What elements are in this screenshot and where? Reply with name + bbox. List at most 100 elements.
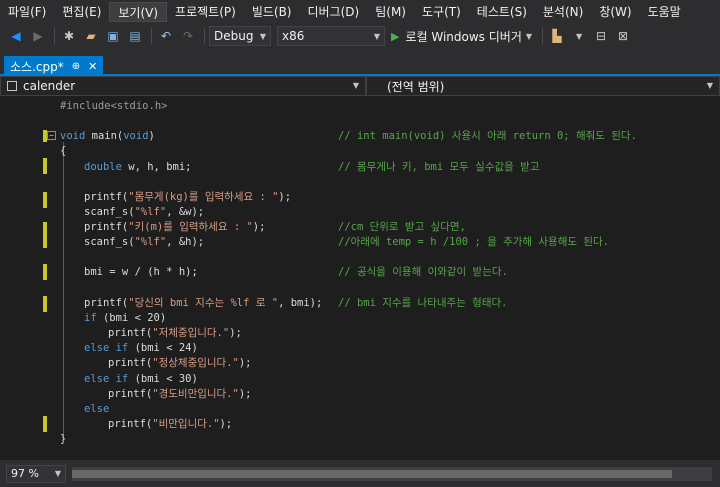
menu-file[interactable]: 파일(F): [0, 2, 54, 22]
chevron-down-icon[interactable]: ▼: [569, 26, 589, 46]
code-comment[interactable]: //cm 단위로 받고 싶다면,: [338, 220, 466, 235]
document-tab-strip: 소스.cpp* ⊕ ✕: [0, 48, 720, 76]
code-line-else-if-24[interactable]: else if (bmi < 24): [84, 341, 198, 356]
save-all-icon[interactable]: ▤: [125, 26, 145, 46]
menu-project[interactable]: 프로젝트(P): [167, 2, 244, 22]
member-scope-select[interactable]: (전역 범위) ▼: [366, 76, 720, 96]
project-scope-select[interactable]: calender ▼: [0, 76, 366, 96]
string-literal: "%lf": [134, 206, 167, 218]
code-line-scanf-height[interactable]: scanf_s("%lf", &h);: [84, 235, 204, 250]
chevron-down-icon: ▼: [706, 81, 713, 90]
bookmark-icon[interactable]: ⊟: [591, 26, 611, 46]
code-line-printf-weight[interactable]: printf("몸무게(kg)를 입력하세요 : ");: [84, 190, 291, 205]
forward-icon[interactable]: ▶: [28, 26, 48, 46]
horizontal-scrollbar[interactable]: [72, 466, 712, 481]
code-editor[interactable]: − #include<stdio.h> void main(void) // i…: [0, 96, 720, 460]
change-marker: [43, 296, 47, 312]
code-line-include[interactable]: #include<stdio.h>: [60, 99, 167, 114]
code-text: (bmi < 30): [128, 373, 198, 385]
code-comment[interactable]: // int main(void) 사용시 아래 return 0; 해줘도 된…: [338, 129, 637, 144]
code-comment[interactable]: //아래에 temp = h /100 ; 을 추가해 사용해도 된다.: [338, 235, 609, 250]
code-comment[interactable]: // 몸무게나 키, bmi 모두 실수값을 받고: [338, 160, 539, 175]
back-icon[interactable]: ◀: [6, 26, 26, 46]
start-debugging-button[interactable]: ▶ 로컬 Windows 디버거 ▼: [391, 26, 532, 46]
save-icon[interactable]: ▣: [103, 26, 123, 46]
menu-view[interactable]: 보기(V): [109, 2, 168, 22]
toolbar: ◀ ▶ ✱ ▰ ▣ ▤ ↶ ↷ Debug ▼ x86 ▼ ▶ 로컬 Windo…: [0, 24, 720, 48]
close-icon[interactable]: ✕: [88, 60, 97, 73]
tab-source-cpp[interactable]: 소스.cpp* ⊕ ✕: [4, 56, 103, 76]
play-icon: ▶: [391, 29, 400, 43]
chevron-down-icon: ▼: [352, 81, 359, 90]
keyword: if: [84, 312, 97, 324]
configuration-select[interactable]: Debug ▼: [209, 26, 271, 46]
code-line-close-brace[interactable]: }: [60, 432, 66, 447]
code-text: printf(: [84, 221, 129, 233]
toolbar-separator: [151, 28, 152, 44]
code-comment[interactable]: // 공식을 이용해 이와같이 받는다.: [338, 265, 508, 280]
menu-test[interactable]: 테스트(S): [469, 2, 535, 22]
menu-build[interactable]: 빌드(B): [244, 2, 300, 22]
string-literal: "당신의 bmi 지수는 %lf 로 ": [128, 297, 279, 309]
project-icon: [7, 81, 17, 91]
code-line-else-if-30[interactable]: else if (bmi < 30): [84, 372, 198, 387]
code-text: , &h);: [166, 236, 205, 248]
keyword: double: [84, 161, 122, 173]
chevron-down-icon: ▼: [373, 31, 380, 41]
change-marker: [43, 222, 47, 248]
zoom-select[interactable]: 97 % ▼: [6, 464, 66, 483]
menu-debug[interactable]: 디버그(D): [300, 2, 368, 22]
code-line-main[interactable]: void main(void): [60, 129, 155, 144]
run-label: 로컬 Windows 디버거: [405, 29, 522, 44]
keyword: else if: [84, 373, 129, 385]
menu-analyze[interactable]: 분석(N): [535, 2, 591, 22]
code-text: (bmi < 24): [128, 342, 198, 354]
code-line-scanf-weight[interactable]: scanf_s("%lf", &w);: [84, 205, 204, 220]
navigation-bar: calender ▼ (전역 범위) ▼: [0, 76, 720, 96]
menu-window[interactable]: 창(W): [591, 2, 639, 22]
code-line-normal[interactable]: printf("정상체중입니다.");: [108, 356, 252, 371]
toolbar-separator: [54, 28, 55, 44]
chevron-down-icon: ▼: [259, 31, 266, 41]
code-text: (bmi < 20): [96, 312, 167, 324]
change-marker: [43, 264, 47, 280]
menu-team[interactable]: 팀(M): [367, 2, 414, 22]
pin-icon[interactable]: ⊕: [72, 61, 80, 72]
code-comment[interactable]: // bmi 지수를 나타내주는 형태다.: [338, 296, 507, 311]
keyword: void: [60, 130, 86, 142]
chevron-down-icon[interactable]: ▼: [526, 32, 532, 41]
redo-icon[interactable]: ↷: [178, 26, 198, 46]
keyword: void: [123, 130, 149, 142]
new-project-icon[interactable]: ✱: [59, 26, 79, 46]
code-text: printf(: [84, 297, 129, 309]
open-folder-icon[interactable]: ▰: [81, 26, 101, 46]
toolbar-separator: [204, 28, 205, 44]
code-text: printf(: [84, 191, 129, 203]
thread-icon[interactable]: ▙: [547, 26, 567, 46]
scrollbar-thumb[interactable]: [72, 469, 672, 478]
configuration-value: Debug: [214, 29, 254, 43]
comment-icon[interactable]: ⊠: [613, 26, 633, 46]
menu-tools[interactable]: 도구(T): [414, 2, 469, 22]
code-line-bmi-formula[interactable]: bmi = w / (h * h);: [84, 265, 198, 280]
undo-icon[interactable]: ↶: [156, 26, 176, 46]
chevron-down-icon: ▼: [54, 469, 61, 478]
zoom-value: 97 %: [11, 467, 39, 480]
code-line-declaration[interactable]: double w, h, bmi;: [84, 160, 191, 175]
code-line-open-brace[interactable]: {: [60, 144, 66, 159]
collapse-toggle-icon[interactable]: −: [47, 131, 56, 140]
string-literal: "경도비만입니다.": [152, 388, 239, 400]
code-line-printf-height[interactable]: printf("키(m)를 입력하세요 : ");: [84, 220, 265, 235]
code-line-if[interactable]: if (bmi < 20): [84, 311, 166, 326]
code-text: , bmi);: [278, 297, 323, 309]
code-text: main(: [85, 130, 124, 142]
platform-select[interactable]: x86 ▼: [277, 26, 385, 46]
menu-help[interactable]: 도움말: [640, 2, 689, 22]
menu-edit[interactable]: 편집(E): [54, 2, 109, 22]
editor-gutter[interactable]: [0, 96, 40, 460]
code-line-printf-bmi[interactable]: printf("당신의 bmi 지수는 %lf 로 ", bmi);: [84, 296, 322, 311]
code-line-mild-obese[interactable]: printf("경도비만입니다.");: [108, 387, 252, 402]
code-line-else[interactable]: else: [84, 402, 109, 417]
code-line-underweight[interactable]: printf("저체중입니다.");: [108, 326, 242, 341]
code-line-obese[interactable]: printf("비만입니다.");: [108, 417, 232, 432]
